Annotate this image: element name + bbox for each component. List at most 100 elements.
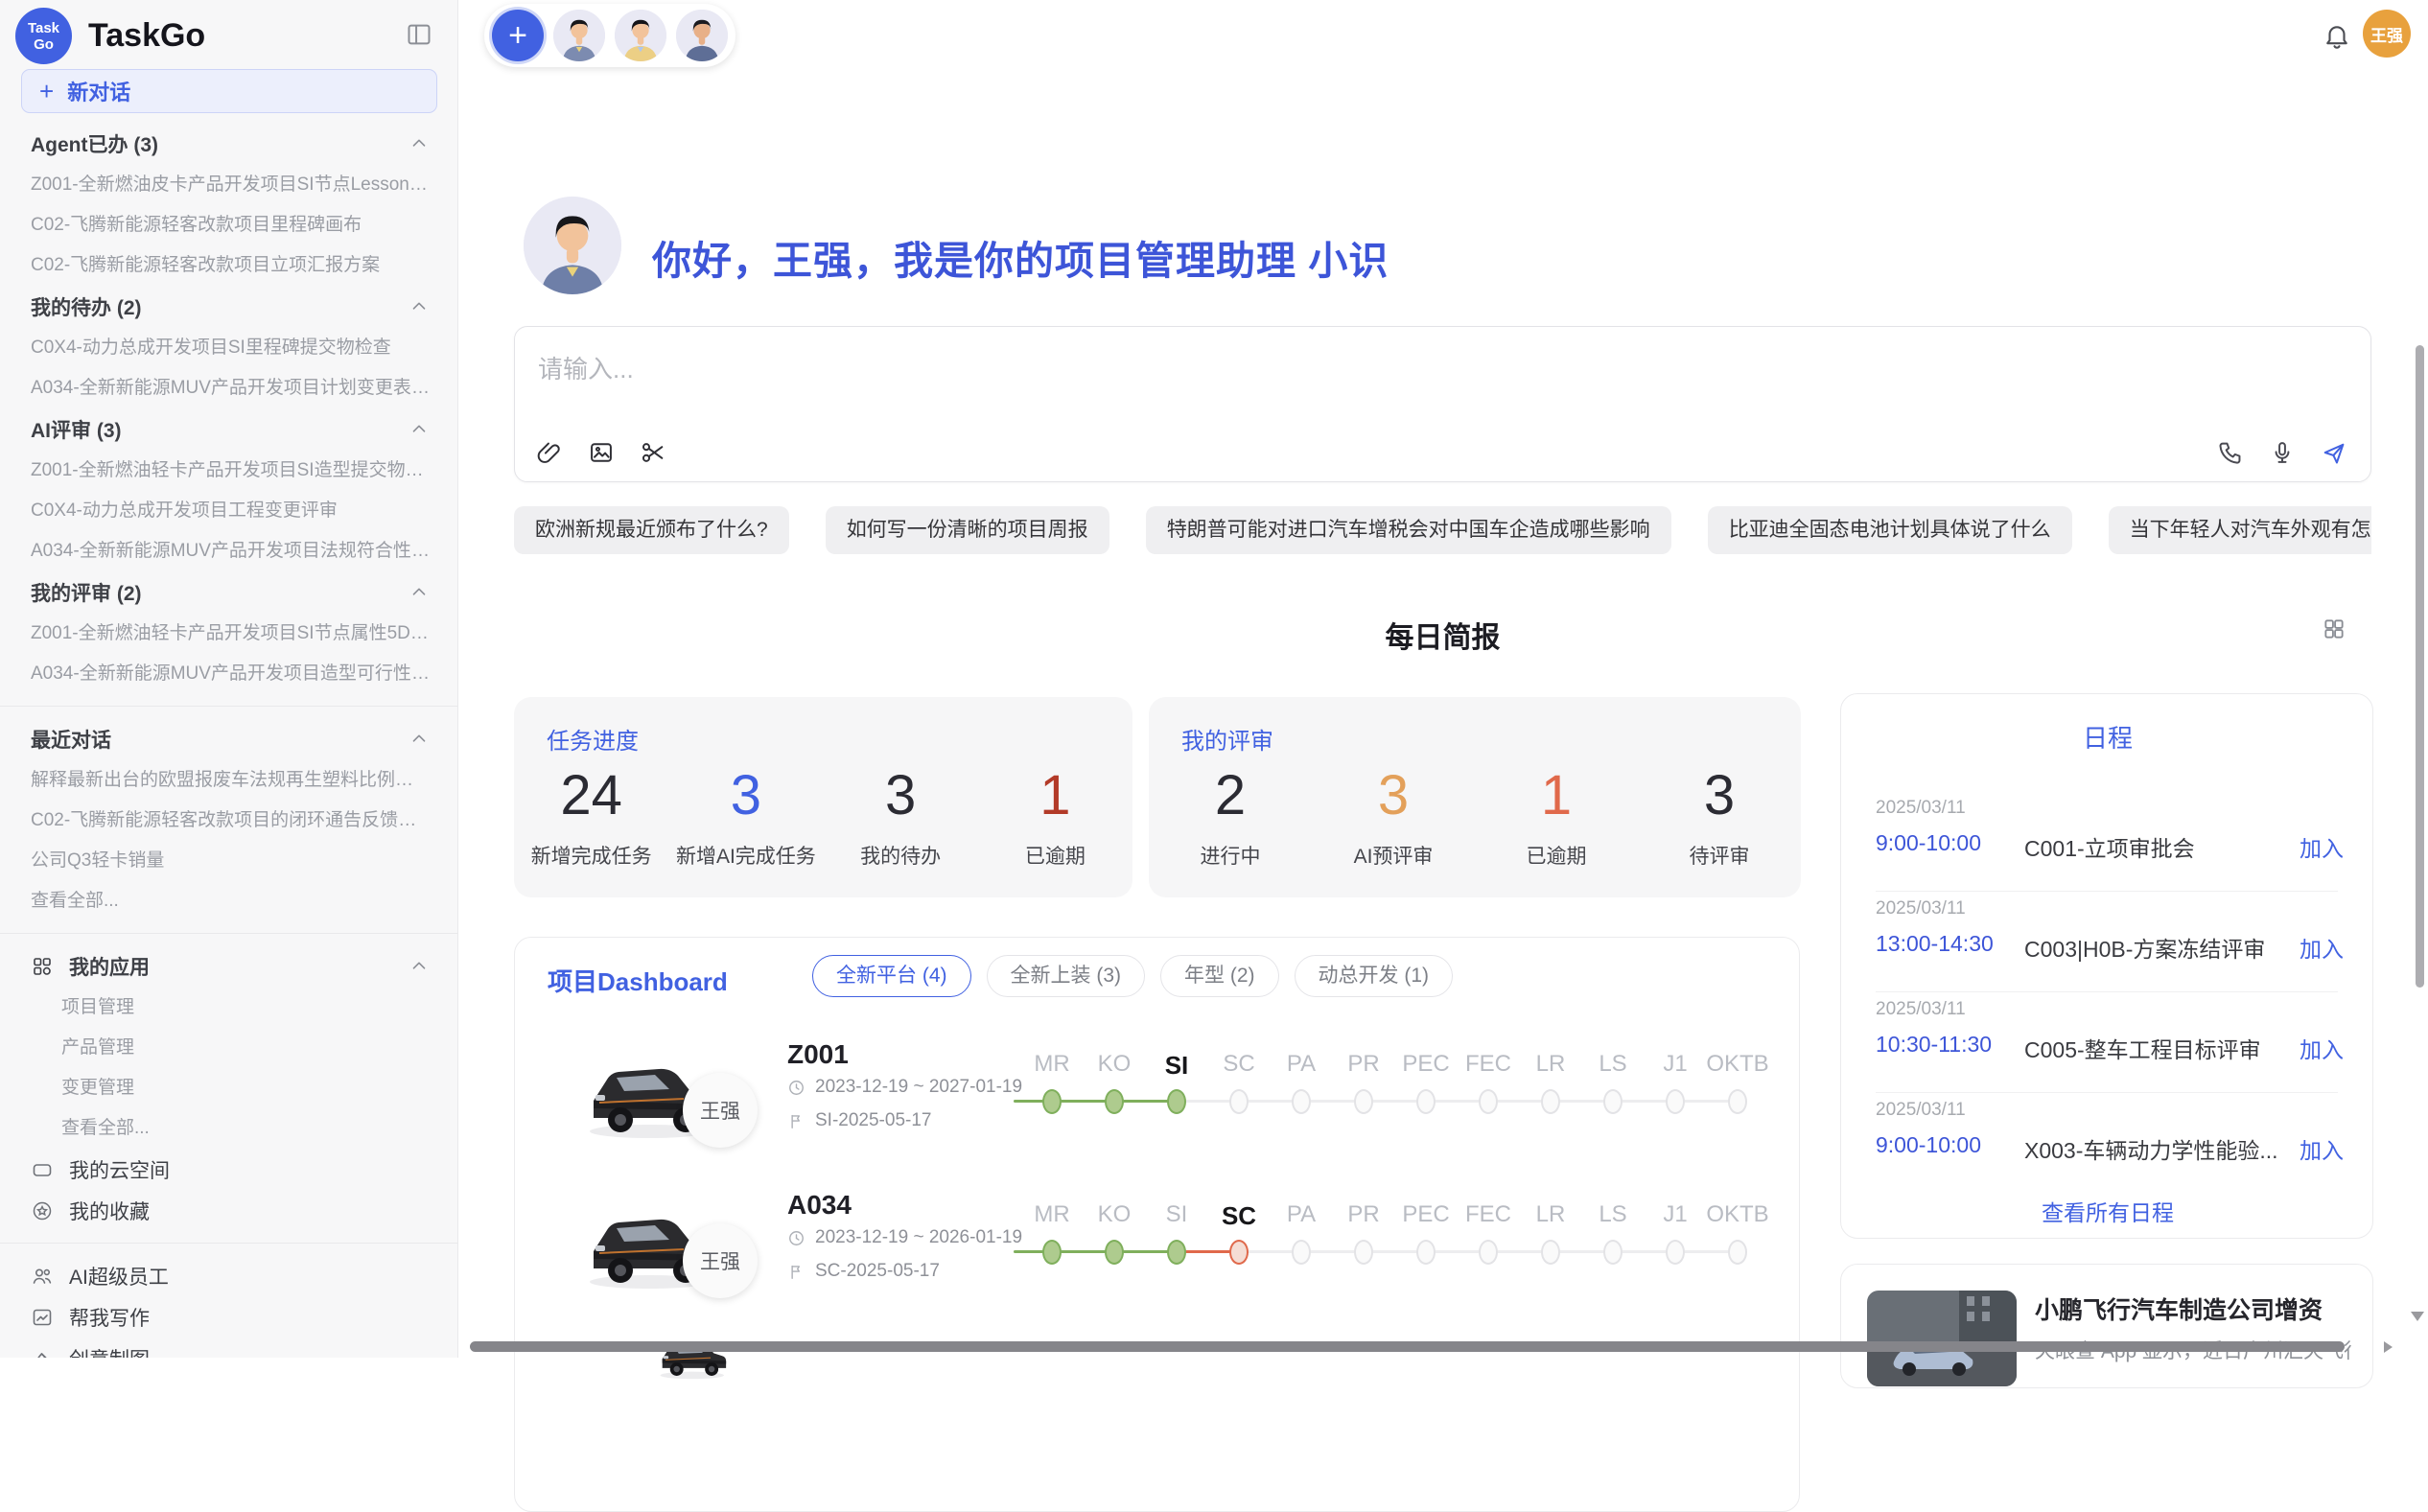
recent-chat-item[interactable]: 查看全部... [0, 881, 458, 921]
sidebar-section-header[interactable]: Agent已办 (3) [0, 123, 458, 165]
assistant-avatar-3[interactable] [676, 10, 728, 61]
suggestion-chip[interactable]: 特朗普可能对进口汽车增税会对中国车企造成哪些影响 [1146, 506, 1671, 554]
app-item[interactable]: 产品管理 [0, 1028, 458, 1068]
app-item[interactable]: 查看全部... [0, 1108, 458, 1149]
assistant-avatar-2[interactable] [615, 10, 666, 61]
join-meeting-link[interactable]: 加入 [2300, 1132, 2344, 1165]
scroll-down-arrow[interactable] [2411, 1312, 2424, 1321]
schedule-item[interactable]: 2025/03/1113:00-14:30C003|H0B-方案冻结评审加入 [1841, 891, 2373, 991]
user-avatar[interactable]: 王强 [2363, 10, 2411, 58]
schedule-item[interactable]: 2025/03/1110:30-11:30C005-整车工程目标评审加入 [1841, 991, 2373, 1092]
schedule-item[interactable]: 2025/03/119:00-10:00X003-车辆动力学性能验...加入 [1841, 1092, 2373, 1193]
attach-icon[interactable] [536, 439, 563, 466]
schedule-event-title: C005-整车工程目标评审 [2024, 1032, 2261, 1064]
join-meeting-link[interactable]: 加入 [2300, 931, 2344, 964]
chat-input[interactable]: 请输入... [514, 326, 2371, 482]
app-item[interactable]: 项目管理 [0, 988, 458, 1028]
briefing-layout-icon[interactable] [2322, 616, 2346, 641]
chevron-up-icon [409, 296, 430, 317]
image-icon[interactable] [588, 439, 615, 466]
sidebar-task-item[interactable]: A034-全新新能源MUV产品开发项目法规符合性评审 [0, 531, 458, 571]
milestone-dot-LR [1541, 1240, 1560, 1265]
schedule-time: 10:30-11:30 [1876, 1032, 1992, 1058]
assistant-avatar-1[interactable] [553, 10, 605, 61]
join-meeting-link[interactable]: 加入 [2300, 1032, 2344, 1064]
new-chat-button[interactable]: + 新对话 [21, 69, 437, 113]
recent-chat-item[interactable]: 公司Q3轻卡销量 [0, 841, 458, 881]
recent-chat-item[interactable]: C02-飞腾新能源轻客改款项目的闭环通告反馈情况 [0, 801, 458, 841]
schedule-item[interactable]: 2025/03/119:00-10:00C001-立项审批会加入 [1841, 790, 2373, 891]
send-icon[interactable] [2321, 439, 2347, 466]
clock-icon [787, 1079, 805, 1097]
greeting-text: 你好，王强，我是你的项目管理助理 小识 [652, 228, 1389, 286]
chevron-up-icon [409, 582, 430, 603]
sidebar-section-header[interactable]: 我的待办 (2) [0, 286, 458, 328]
suggestion-chip[interactable]: 如何写一份清晰的项目周报 [826, 506, 1109, 554]
metric-value: 3 [1312, 764, 1475, 827]
plus-icon: + [39, 77, 54, 106]
metric: 3新增AI完成任务 [668, 764, 823, 870]
scissors-icon[interactable] [640, 439, 666, 466]
app-item[interactable]: 变更管理 [0, 1068, 458, 1108]
sidebar-task-item[interactable]: C02-飞腾新能源轻客改款项目立项汇报方案 [0, 245, 458, 286]
logo-text-bottom: Go [34, 36, 54, 53]
dashboard-filter-3[interactable]: 动总开发 (1) [1295, 955, 1454, 997]
logo-text-top: Task [28, 20, 59, 36]
daily-briefing-title: 每日简报 [514, 614, 2371, 656]
sidebar-task-item[interactable]: C0X4-动力总成开发项目SI里程碑提交物检查 [0, 328, 458, 368]
add-assistant-button[interactable]: + [492, 10, 544, 61]
sidebar-section-header[interactable]: AI评审 (3) [0, 408, 458, 451]
metric: 24新增完成任务 [514, 764, 668, 870]
project-row-A034[interactable]: 王强A0342023-12-19 ~ 2026-01-19SC-2025-05-… [515, 1175, 1800, 1325]
sidebar-task-item[interactable]: Z001-全新燃油轻卡产品开发项目SI造型提交物评审 [0, 451, 458, 491]
dashboard-filter-0[interactable]: 全新平台 (4) [812, 955, 971, 997]
metric-label: 我的待办 [824, 841, 978, 870]
clock-icon [787, 1229, 805, 1247]
dashboard-title: 项目Dashboard [548, 963, 728, 998]
news-card[interactable]: 小鹏飞行汽车制造公司增资 天眼查 App 显示，近日广州汇天飞行汽... [1840, 1264, 2373, 1388]
milestone-dot-LS [1603, 1240, 1623, 1265]
my-apps-header[interactable]: 我的应用 [0, 945, 458, 988]
horizontal-scrollbar-thumb[interactable] [470, 1341, 2345, 1352]
sidebar-section-header[interactable]: 我的评审 (2) [0, 571, 458, 614]
mic-icon[interactable] [2269, 439, 2296, 466]
schedule-time: 9:00-10:00 [1876, 830, 1981, 856]
view-all-schedule-link[interactable]: 查看所有日程 [1841, 1195, 2373, 1227]
metric-label: 待评审 [1638, 841, 1801, 870]
sidebar-link-0[interactable]: 我的云空间 [0, 1149, 458, 1190]
suggestion-chip[interactable]: 当下年轻人对汽车外观有怎样的喜好趋势 [2109, 506, 2371, 554]
suggestion-chip[interactable]: 欧洲新规最近颁布了什么? [514, 506, 789, 554]
sidebar-task-item[interactable]: Z001-全新燃油皮卡产品开发项目SI节点Lesson Learn报告 [0, 165, 458, 205]
suggestion-chip[interactable]: 比亚迪全固态电池计划具体说了什么 [1708, 506, 2072, 554]
notification-bell-icon[interactable] [2323, 21, 2351, 50]
vertical-scrollbar-thumb[interactable] [2416, 345, 2424, 988]
sidebar-lists: Agent已办 (3)Z001-全新燃油皮卡产品开发项目SI节点Lesson L… [0, 123, 458, 1358]
sidebar-task-item[interactable]: C0X4-动力总成开发项目工程变更评审 [0, 491, 458, 531]
sidebar-tool-0[interactable]: AI超级员工 [0, 1255, 458, 1296]
sidebar-tool-1[interactable]: 帮我写作 [0, 1296, 458, 1338]
join-meeting-link[interactable]: 加入 [2300, 830, 2344, 863]
sidebar-task-item[interactable]: C02-飞腾新能源轻客改款项目里程碑画布 [0, 205, 458, 245]
dashboard-filter-1[interactable]: 全新上装 (3) [987, 955, 1146, 997]
divider [0, 933, 458, 934]
milestone-dot-J1 [1666, 1089, 1685, 1114]
tool-label: 创意制图 [69, 1344, 150, 1359]
sidebar-link-1[interactable]: 我的收藏 [0, 1190, 458, 1231]
flag-icon [787, 1263, 805, 1281]
writing-icon [31, 1306, 54, 1329]
sidebar-task-item[interactable]: Z001-全新燃油轻卡产品开发项目SI节点属性5D文件评审 [0, 614, 458, 654]
dashboard-filter-2[interactable]: 年型 (2) [1160, 955, 1279, 997]
section-title: AI评审 (3) [31, 415, 122, 444]
recent-chats-header[interactable]: 最近对话 [0, 718, 458, 760]
sidebar-tool-2[interactable]: 创意制图 [0, 1338, 458, 1358]
link-label: 我的收藏 [69, 1197, 150, 1225]
sidebar-task-item[interactable]: A034-全新新能源MUV产品开发项目计划变更表编写 [0, 368, 458, 408]
schedule-card: 日程 2025/03/119:00-10:00C001-立项审批会加入2025/… [1840, 693, 2373, 1239]
recent-chat-item[interactable]: 解释最新出台的欧盟报废车法规再生塑料比例被调至15%... [0, 760, 458, 801]
sidebar-task-item[interactable]: A034-全新新能源MUV产品开发项目造型可行性评审 [0, 654, 458, 694]
sidebar-collapse-icon[interactable] [406, 21, 432, 48]
phone-icon[interactable] [2217, 439, 2244, 466]
scroll-right-arrow[interactable] [2384, 1341, 2393, 1353]
project-row-Z001[interactable]: 王强Z0012023-12-19 ~ 2027-01-19SI-2025-05-… [515, 1024, 1800, 1175]
milestone-dot-MR [1042, 1240, 1062, 1265]
